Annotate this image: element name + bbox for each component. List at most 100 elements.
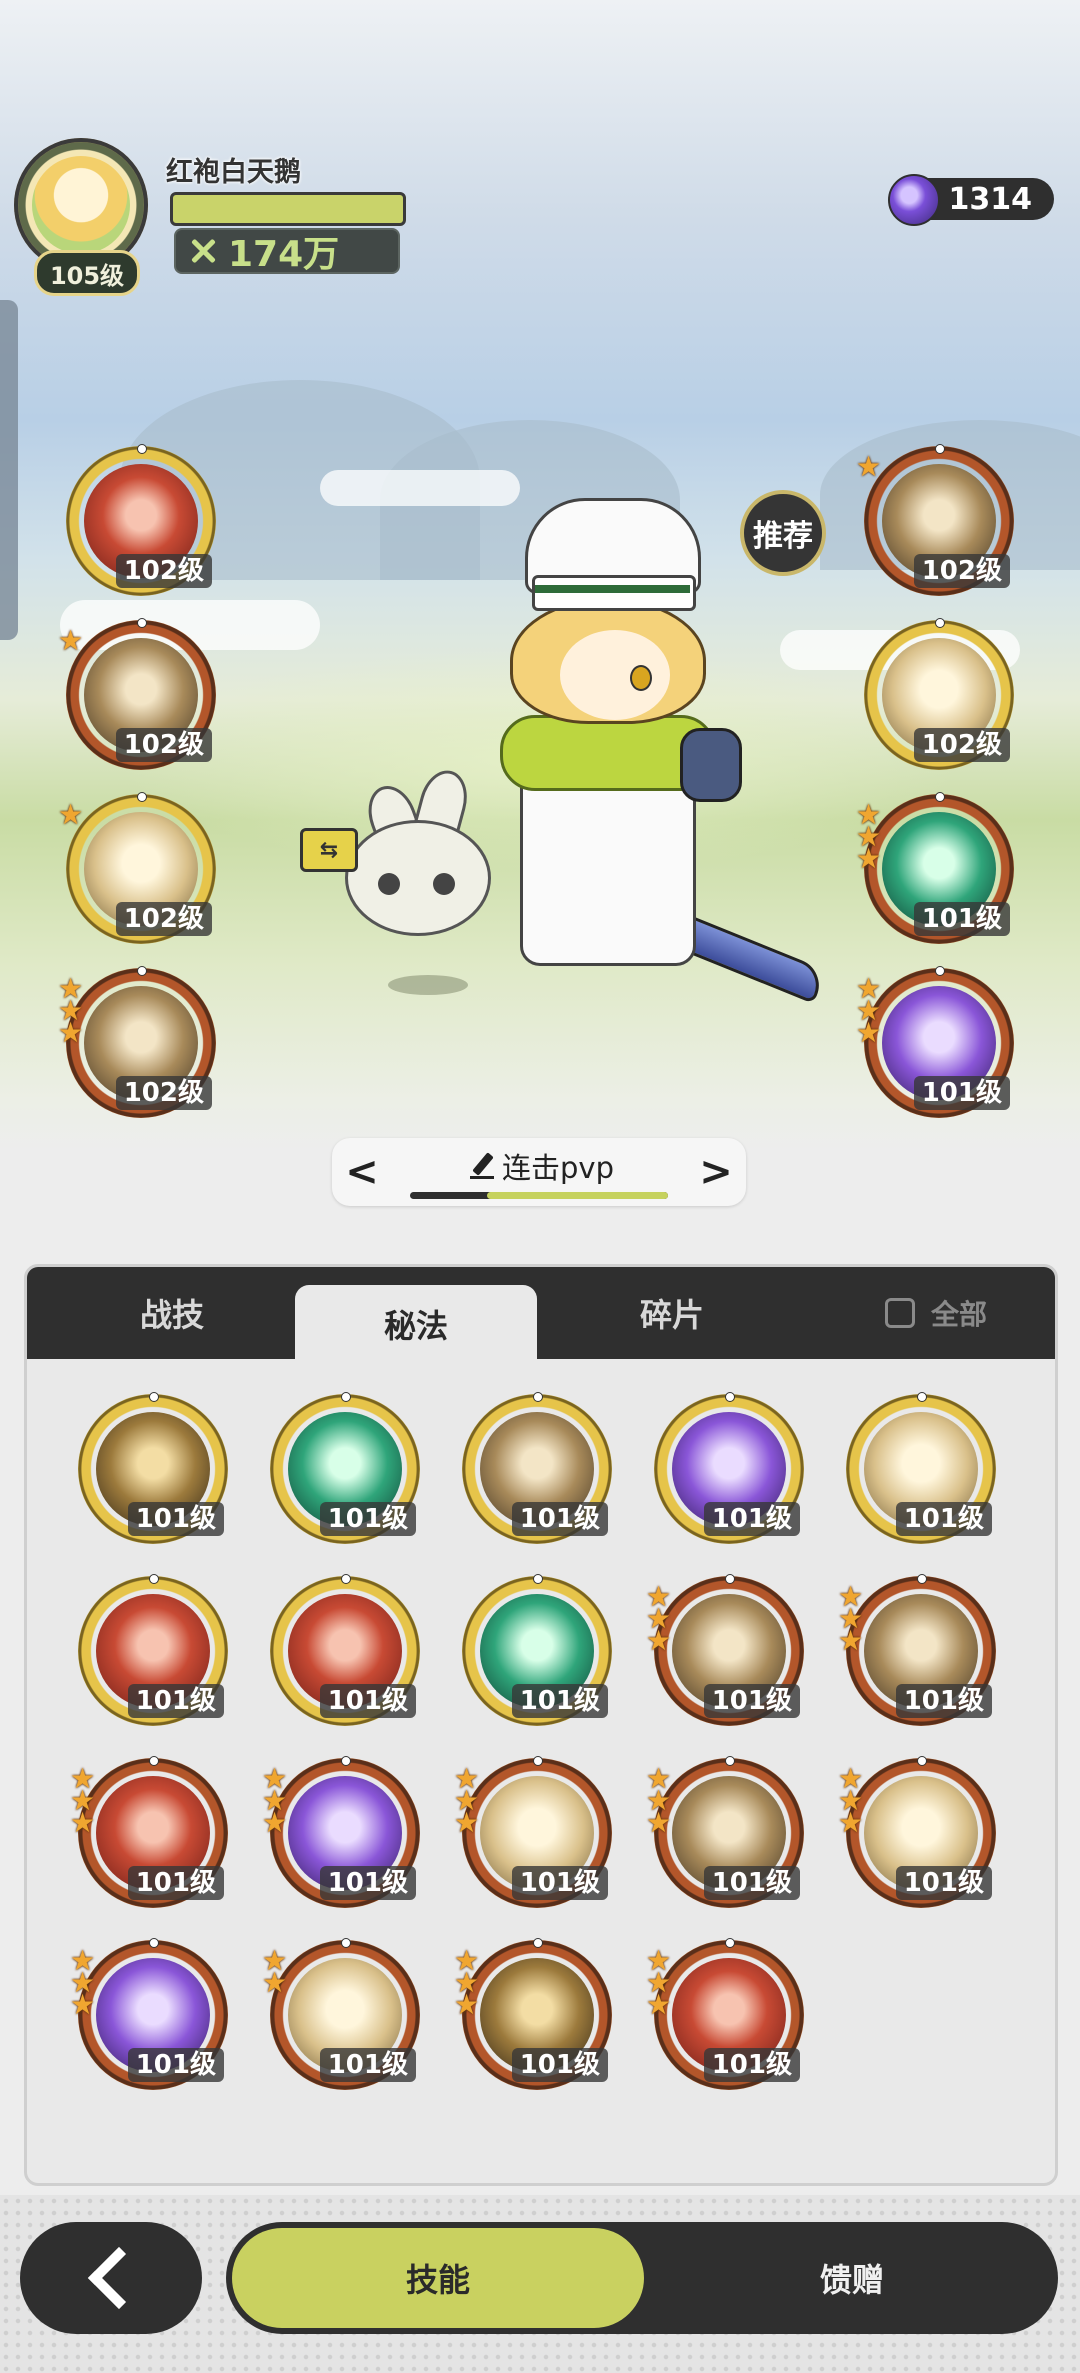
arcana-skill-slot[interactable]: ★ ★ 101级 <box>262 1938 420 2090</box>
arcana-skill-slot[interactable]: 101级 <box>654 1392 804 1544</box>
show-all-toggle[interactable]: 全部 <box>885 1267 1055 1359</box>
hero-gauntlet <box>680 728 742 802</box>
star-icon: ★ <box>262 1806 288 1839</box>
player-level-badge: 105级 <box>34 250 140 296</box>
back-chevron-icon <box>87 2246 151 2310</box>
skill-level-label: 101级 <box>319 1866 416 1900</box>
skill-level-label: 102级 <box>115 902 212 936</box>
next-build-icon[interactable]: > <box>696 1148 736 1196</box>
star-rating: ★ <box>58 624 84 657</box>
star-rating: ★ ★ ★ <box>262 1765 288 1839</box>
slot-marker <box>341 1392 351 1402</box>
equipped-left-skill-slot[interactable]: 102级 <box>66 444 216 596</box>
star-icon: ★ <box>856 842 882 875</box>
skill-level-label: 102级 <box>913 554 1010 588</box>
skill-level-label: 101级 <box>703 1502 800 1536</box>
slot-marker <box>137 966 147 976</box>
arcana-skill-slot[interactable]: ★ ★ ★ 101级 <box>838 1574 996 1726</box>
star-rating: ★ ★ ★ <box>454 1947 479 2019</box>
star-rating: ★ ★ ★ <box>856 975 881 1047</box>
arcana-skill-slot[interactable]: ★ ★ ★ 101级 <box>70 1938 228 2090</box>
slot-marker <box>149 1392 159 1402</box>
recommend-button[interactable]: 推荐 <box>740 490 826 576</box>
star-icon: ★ <box>70 1988 96 2021</box>
star-icon: ★ <box>58 1016 84 1049</box>
slot-marker <box>935 618 945 628</box>
slot-marker <box>149 1938 159 1948</box>
arcana-skill-slot[interactable]: 101级 <box>78 1574 228 1726</box>
arcana-skill-slot[interactable]: 101级 <box>78 1392 228 1544</box>
skill-level-label: 101级 <box>127 1684 224 1718</box>
pet-eye <box>378 873 400 895</box>
slot-marker <box>341 1574 351 1584</box>
star-icon: ★ <box>262 1966 288 1999</box>
skill-level-label: 101级 <box>703 1684 800 1718</box>
build-name-button[interactable]: 连击pvp <box>442 1146 642 1186</box>
tab-arcana[interactable]: 秘法 <box>295 1285 537 1363</box>
arcana-skill-slot[interactable]: ★ ★ ★ 101级 <box>454 1756 612 1908</box>
arcana-skill-slot[interactable]: ★ ★ ★ 101级 <box>646 1574 804 1726</box>
slot-marker <box>137 792 147 802</box>
arcana-skill-slot[interactable]: ★ ★ ★ 101级 <box>646 1756 804 1908</box>
arcana-skill-slot[interactable]: 101级 <box>462 1574 612 1726</box>
star-icon: ★ <box>454 1806 480 1839</box>
show-all-checkbox[interactable] <box>885 1298 915 1328</box>
arcana-skill-slot[interactable]: 101级 <box>270 1574 420 1726</box>
equipped-right-skill-slot[interactable]: ★ 102级 <box>856 444 1014 596</box>
arcana-skill-slot[interactable]: ★ ★ ★ 101级 <box>454 1938 612 2090</box>
hero-face <box>560 630 670 720</box>
arcana-skill-slot[interactable]: ★ ★ ★ 101级 <box>646 1938 804 2090</box>
slot-marker <box>149 1574 159 1584</box>
currency-amount: 1314 <box>948 181 1033 217</box>
show-all-label: 全部 <box>931 1298 988 1331</box>
equipped-left-skill-slot[interactable]: ★ 102级 <box>58 792 216 944</box>
star-rating: ★ ★ ★ <box>70 1947 96 2021</box>
arcana-skill-slot[interactable]: 101级 <box>462 1392 612 1544</box>
slot-marker <box>917 1392 927 1402</box>
star-icon: ★ <box>646 1806 672 1839</box>
star-rating: ★ ★ ★ <box>70 1765 95 1837</box>
player-name: 红袍白天鹅 <box>166 157 301 188</box>
cloud <box>320 470 520 506</box>
pet-eye <box>433 873 455 895</box>
player-hp-bar <box>170 192 406 226</box>
pet-shadow <box>388 975 468 995</box>
hero-hat-stripe <box>535 585 690 593</box>
equipped-left-skill-slot[interactable]: ★ 102级 <box>58 618 216 770</box>
skill-level-label: 101级 <box>703 1866 800 1900</box>
combat-power: 174万 <box>174 228 400 275</box>
equipped-right-skill-slot[interactable]: 102级 <box>864 618 1014 770</box>
skill-level-label: 101级 <box>319 2048 416 2082</box>
skill-level-label: 101级 <box>127 2048 224 2082</box>
skill-level-label: 102级 <box>913 728 1010 762</box>
arcana-skill-slot[interactable]: ★ ★ ★ 101级 <box>70 1756 228 1908</box>
skill-level-label: 101级 <box>913 902 1010 936</box>
equipped-right-skill-slot[interactable]: ★ ★ ★ 101级 <box>856 792 1014 944</box>
slot-marker <box>935 966 945 976</box>
equipped-right-skill-slot[interactable]: ★ ★ ★ 101级 <box>856 966 1014 1118</box>
arcana-skill-slot[interactable]: ★ ★ ★ 101级 <box>838 1756 996 1908</box>
tab-fragments[interactable]: 碎片 <box>547 1267 797 1359</box>
back-button[interactable] <box>20 2222 202 2334</box>
prev-build-icon[interactable]: < <box>342 1148 382 1196</box>
slot-marker <box>149 1756 159 1766</box>
skills-tab-button[interactable]: 技能 <box>232 2228 644 2328</box>
tab-combat-skills[interactable]: 战技 <box>47 1267 297 1359</box>
arcana-skill-slot[interactable]: 101级 <box>846 1392 996 1544</box>
side-drawer-handle[interactable] <box>0 300 18 640</box>
skill-level-label: 101级 <box>895 1502 992 1536</box>
star-rating: ★ <box>856 453 881 481</box>
skill-level-label: 101级 <box>895 1684 992 1718</box>
build-progress-track <box>410 1192 668 1199</box>
pet-swap-icon[interactable]: ⇆ <box>300 828 358 872</box>
slot-marker <box>725 1392 735 1402</box>
arcana-skill-slot[interactable]: ★ ★ ★ 101级 <box>262 1756 420 1908</box>
pet-companion[interactable] <box>345 820 491 936</box>
star-icon: ★ <box>58 624 84 657</box>
arcana-skill-slot[interactable]: 101级 <box>270 1392 420 1544</box>
skill-level-label: 101级 <box>511 1866 608 1900</box>
slot-marker <box>725 1574 735 1584</box>
slot-marker <box>917 1756 927 1766</box>
equipped-left-skill-slot[interactable]: ★ ★ ★ 102级 <box>58 966 216 1118</box>
gifts-tab-button[interactable]: 馈赠 <box>646 2222 1058 2334</box>
